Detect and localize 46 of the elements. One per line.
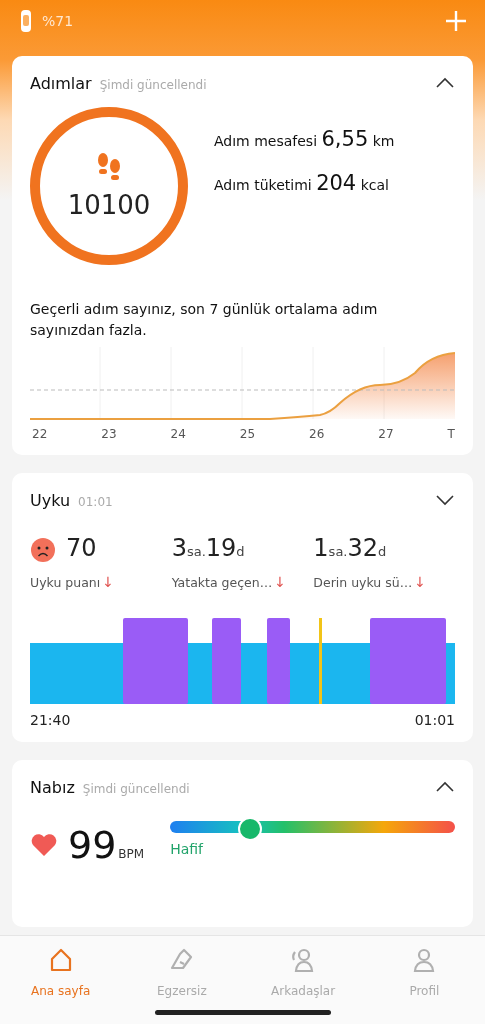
day-label: 24: [170, 427, 186, 441]
update-status: Şimdi güncellendi: [99, 78, 208, 92]
heart-icon: [30, 833, 58, 857]
day-label: T: [447, 427, 455, 441]
sad-face-icon: [30, 537, 56, 563]
trend-arrow: ↓: [274, 574, 286, 590]
update-status: Şimdi güncellendi: [82, 782, 191, 796]
collapse-button[interactable]: [435, 77, 455, 89]
heart-rate-value: 99: [68, 823, 117, 867]
start-time: 21:40: [30, 712, 71, 728]
sleep-duration: 3sa.19d: [171, 534, 246, 564]
metric-label: Uyku puanı: [30, 574, 101, 590]
band-icon: [20, 9, 32, 33]
card-title: Adımlar: [30, 74, 92, 93]
collapse-button[interactable]: [435, 781, 455, 793]
nav-tab[interactable]: Profil: [374, 946, 475, 998]
trend-arrow: ↓: [102, 574, 114, 590]
expand-button[interactable]: [435, 494, 455, 506]
heart-rate-unit: BPM: [118, 847, 145, 861]
metric-label: Derin uyku sü…: [313, 574, 413, 590]
nav-tab[interactable]: Ana sayfa: [10, 946, 111, 998]
card-title: Nabız: [30, 778, 75, 797]
steps-message: Geçerli adım sayınız, son 7 günlük ortalama adım sayınızdan fazla.: [30, 300, 379, 340]
chevron-down-icon: [435, 494, 455, 506]
card-title: Uyku: [30, 491, 71, 510]
trend-arrow: ↓: [414, 574, 426, 590]
day-label: 25: [239, 427, 256, 441]
day-label: 27: [378, 427, 394, 441]
zone-label: Hafif: [170, 841, 205, 857]
end-time: 01:01: [414, 712, 455, 728]
step-stat: Adım mesafesi 6,55 km: [214, 127, 395, 151]
sleep-time: 01:01: [78, 495, 114, 509]
day-label: 23: [101, 427, 117, 441]
plus-icon: [445, 10, 467, 32]
sleep-duration: 1sa.32d: [313, 534, 388, 564]
step-count: 10100: [67, 190, 151, 220]
day-label: 26: [309, 427, 325, 441]
chevron-up-icon: [435, 781, 455, 793]
step-stat: Adım tüketimi 204 kcal: [214, 171, 390, 195]
nav-tab[interactable]: Egzersiz: [131, 946, 232, 998]
metric-label: Yatakta geçen…: [171, 574, 273, 590]
chevron-up-icon: [435, 77, 455, 89]
battery-level: %71: [42, 13, 74, 29]
nav-tab[interactable]: Arkadaşlar: [253, 946, 354, 998]
day-label: 22: [32, 427, 48, 441]
sleep-score: 70: [66, 534, 97, 562]
